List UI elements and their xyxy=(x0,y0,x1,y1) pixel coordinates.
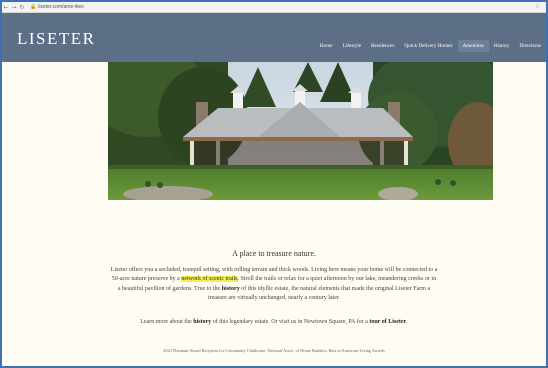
nav-item-home[interactable]: Home xyxy=(315,40,338,52)
main-nav: Home Lifestyle Residences Quick Delivery… xyxy=(315,40,546,52)
nav-item-lifestyle[interactable]: Lifestyle xyxy=(338,40,366,52)
intro-text-3: of this idyllic estate, the natural elem… xyxy=(207,285,431,302)
nav-item-quick-delivery-homes[interactable]: Quick Delivery Homes xyxy=(399,40,457,52)
awards-note: 2023 Platinum Award Recipient for Commun… xyxy=(163,348,385,353)
history-link[interactable]: history xyxy=(193,319,211,325)
tour-link[interactable]: tour of Liseter xyxy=(369,319,406,325)
nav-item-directions[interactable]: Directions xyxy=(514,40,546,52)
scenic-trails-link[interactable]: network of scenic trails xyxy=(181,276,238,283)
learn-text-2: of this legendary estate. Or visit us in… xyxy=(211,319,370,325)
learn-more-line: Learn more about the history of this leg… xyxy=(2,319,546,325)
site-header: LISETER Home Lifestyle Residences Quick … xyxy=(2,13,546,62)
site-logo[interactable]: LISETER xyxy=(17,29,96,49)
nav-item-history[interactable]: History xyxy=(489,40,515,52)
arrow-right-icon[interactable]: → xyxy=(10,2,18,13)
url-text: liseter.com/ame-ities xyxy=(38,4,84,10)
nav-item-amenities[interactable]: Amenities xyxy=(457,40,489,52)
star-icon[interactable]: ☆ xyxy=(535,2,540,13)
arrow-left-icon[interactable]: ← xyxy=(2,2,10,13)
browser-toolbar: ← → ↻ 🔒 liseter.com/ame-ities ☆ xyxy=(2,2,546,13)
nav-item-residences[interactable]: Residences xyxy=(366,40,399,52)
reload-icon[interactable]: ↻ xyxy=(18,2,26,13)
hero-image xyxy=(108,62,493,200)
learn-text-3: . xyxy=(406,319,408,325)
history-link-inline[interactable]: history xyxy=(222,286,240,292)
learn-text-1: Learn more about the xyxy=(140,319,194,325)
section-tagline: A place to treasure nature. xyxy=(232,249,316,258)
main-content: A place to treasure nature. Liseter offe… xyxy=(2,200,546,366)
address-bar[interactable]: 🔒 liseter.com/ame-ities xyxy=(30,4,84,10)
intro-paragraph: Liseter offers you a secluded, tranquil … xyxy=(110,266,438,304)
lock-icon: 🔒 xyxy=(30,4,37,10)
